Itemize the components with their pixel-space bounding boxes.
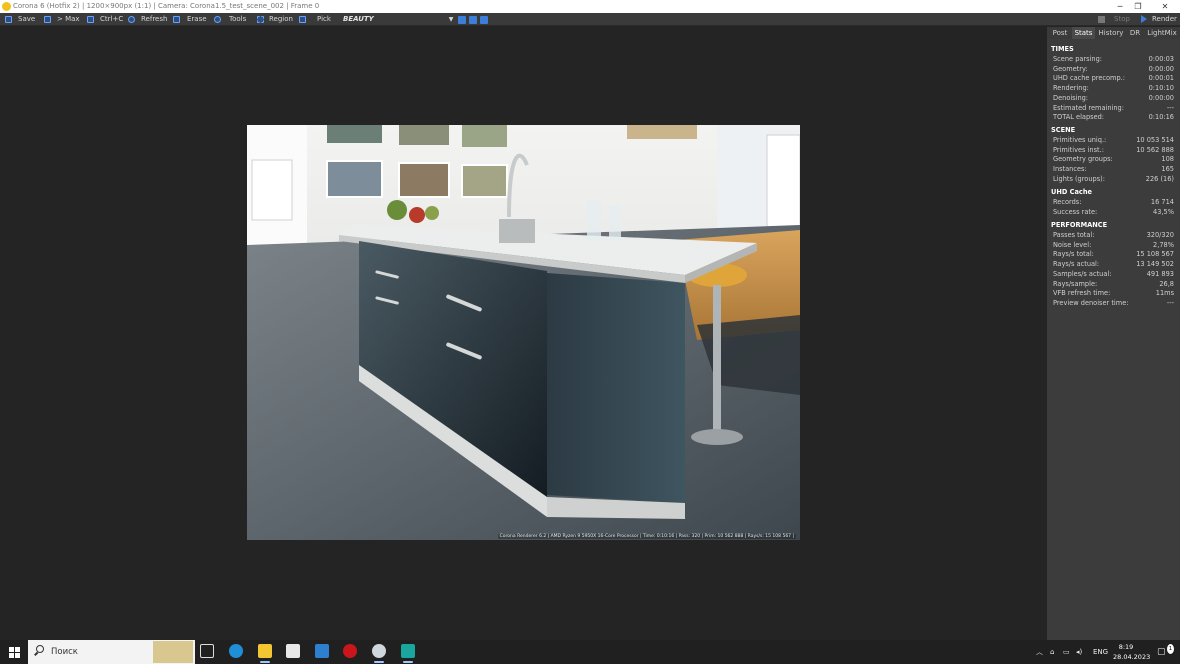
tab-post[interactable]: Post — [1049, 27, 1071, 39]
task-view-icon[interactable] — [200, 644, 214, 658]
copy-icon — [87, 16, 94, 23]
windows-logo-icon — [9, 647, 14, 652]
corona-logo-icon — [2, 2, 11, 11]
stat-row: Estimated remaining: --- — [1053, 103, 1174, 112]
stat-row: Samples/s actual: 491 893 — [1053, 269, 1174, 278]
search-input[interactable]: Поиск — [51, 640, 78, 664]
stat-row: Rays/s total: 15 108 567 — [1053, 250, 1174, 259]
stat-row: Geometry groups: 108 — [1053, 155, 1174, 164]
stat-row: Records: 16 714 — [1053, 198, 1174, 206]
zoom-in-icon[interactable] — [458, 16, 466, 24]
close-button[interactable]: ✕ — [1158, 0, 1172, 13]
stat-row: Success rate: 43,5% — [1053, 207, 1174, 216]
clock-time: 8:19 — [1118, 643, 1134, 651]
clock[interactable]: 8:19 28.04.2023 — [1113, 642, 1151, 662]
stat-row: Instances: 165 — [1053, 165, 1174, 174]
section-scene-title: SCENE — [1051, 126, 1076, 134]
max-icon — [44, 16, 51, 23]
region-icon — [257, 16, 264, 23]
tab-stats[interactable]: Stats — [1072, 27, 1095, 39]
stat-row: Lights (groups): 226 (16) — [1053, 174, 1174, 183]
rendered-image: Corona Renderer 6.2 | AMD Ryzen 9 5950X … — [247, 125, 800, 540]
3ds-max-icon[interactable] — [401, 644, 415, 658]
volume-icon[interactable]: ◂) — [1076, 640, 1082, 664]
corona-app-icon[interactable] — [372, 644, 386, 658]
chevron-down-icon[interactable]: ▼ — [446, 13, 456, 26]
render-pass-select[interactable]: BEAUTY — [343, 13, 374, 26]
zoom-fit-icon[interactable] — [480, 16, 488, 24]
kitchen-render-illustration — [247, 125, 800, 540]
title-bar: Corona 6 (Hotfix 2) | 1200×900px (1:1) |… — [0, 0, 1180, 13]
store-icon[interactable] — [286, 644, 300, 658]
play-icon — [1141, 15, 1147, 23]
refresh-icon — [128, 16, 135, 23]
stat-row: Preview denoiser time: --- — [1053, 298, 1174, 307]
tools-icon — [214, 16, 221, 23]
render-canvas[interactable]: Corona Renderer 6.2 | AMD Ryzen 9 5950X … — [0, 27, 1047, 640]
opera-browser-icon[interactable] — [343, 644, 357, 658]
mail-icon[interactable] — [315, 644, 329, 658]
stat-row: Primitives inst.: 10 562 888 — [1053, 145, 1174, 154]
stat-row: Passes total: 320/320 — [1053, 231, 1174, 239]
stat-row: VFB refresh time: 11ms — [1053, 289, 1174, 298]
stat-row: Scene parsing: 0:00:03 — [1053, 55, 1174, 63]
section-times-title: TIMES — [1051, 45, 1074, 53]
start-button[interactable] — [0, 640, 28, 664]
edge-browser-icon[interactable] — [229, 644, 243, 658]
language-indicator[interactable]: ENG — [1093, 640, 1108, 664]
window-title: Corona 6 (Hotfix 2) | 1200×900px (1:1) |… — [13, 2, 320, 10]
corona-vfb-window: Corona 6 (Hotfix 2) | 1200×900px (1:1) |… — [0, 0, 1180, 640]
stat-row: Rendering: 0:10:10 — [1053, 84, 1174, 93]
render-stamp: Corona Renderer 6.2 | AMD Ryzen 9 5950X … — [497, 534, 796, 539]
stat-row: Rays/s actual: 13 149 502 — [1053, 260, 1174, 269]
file-explorer-icon[interactable] — [258, 644, 272, 658]
stat-row: Noise level: 2,78% — [1053, 240, 1174, 249]
stat-row: Rays/sample: 26,8 — [1053, 279, 1174, 288]
panel-tabs: Post Stats History DR LightMix — [1047, 27, 1180, 39]
toolbar: Save > Max Ctrl+C Refresh Erase Tools Re… — [0, 13, 1180, 26]
stats-panel: Post Stats History DR LightMix TIMES Sce… — [1047, 27, 1180, 640]
zoom-out-icon[interactable] — [469, 16, 477, 24]
save-icon — [5, 16, 12, 23]
battery-icon[interactable]: ▭ — [1063, 640, 1070, 664]
clock-date: 28.04.2023 — [1113, 653, 1151, 661]
erase-icon — [173, 16, 180, 23]
windows-taskbar: Поиск ︿ ⌂ ▭ ◂) ENG 8:19 28.04.2023 ▢ 1 — [0, 640, 1180, 664]
pick-icon — [299, 16, 306, 23]
stat-row: Geometry: 0:00:00 — [1053, 64, 1174, 73]
taskbar-search[interactable]: Поиск — [28, 640, 195, 664]
section-performance-title: PERFORMANCE — [1051, 221, 1108, 229]
minimize-button[interactable]: ─ — [1113, 0, 1127, 13]
tab-history[interactable]: History — [1097, 27, 1125, 39]
search-highlight-image — [153, 641, 193, 663]
chevron-up-icon[interactable]: ︿ — [1036, 640, 1043, 664]
network-icon[interactable]: ⌂ — [1050, 640, 1054, 664]
stat-row: UHD cache precomp.: 0:00:01 — [1053, 74, 1174, 83]
stat-row: Denoising: 0:00:00 — [1053, 93, 1174, 102]
notification-count: 1 — [1167, 644, 1174, 654]
stat-row: TOTAL elapsed: 0:10:16 — [1053, 113, 1174, 122]
stop-icon — [1098, 16, 1105, 23]
tab-lightmix[interactable]: LightMix — [1145, 27, 1179, 39]
tab-dr[interactable]: DR — [1127, 27, 1143, 39]
maximize-button[interactable]: ❐ — [1131, 0, 1145, 13]
section-uhd-cache-title: UHD Cache — [1051, 188, 1093, 196]
notification-icon[interactable]: ▢ — [1157, 640, 1166, 664]
stat-row: Primitives uniq.: 10 053 514 — [1053, 136, 1174, 144]
